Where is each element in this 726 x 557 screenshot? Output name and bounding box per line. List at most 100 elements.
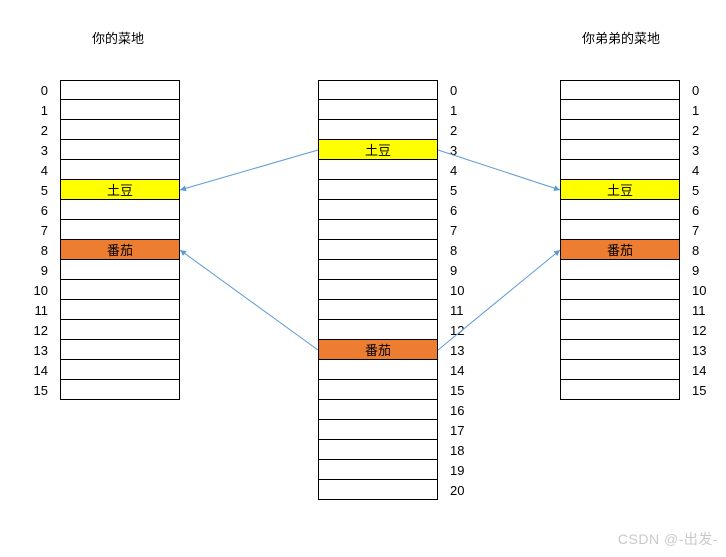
array-center-cell — [318, 420, 438, 440]
array-center-cell — [318, 460, 438, 480]
index-label: 2 — [448, 120, 478, 140]
index-label: 6 — [22, 200, 52, 220]
array-center-cell — [318, 220, 438, 240]
index-label: 18 — [448, 440, 478, 460]
array-center-cell — [318, 280, 438, 300]
index-label: 8 — [690, 240, 720, 260]
index-label: 13 — [690, 340, 720, 360]
index-label: 14 — [690, 360, 720, 380]
index-label: 7 — [690, 220, 720, 240]
index-label: 11 — [22, 300, 52, 320]
mapping-arrow — [180, 150, 318, 190]
array-left: 土豆番茄 — [60, 80, 180, 400]
mapping-arrow — [180, 250, 318, 350]
array-left-cell — [60, 360, 180, 380]
array-right-cell — [560, 80, 680, 100]
index-label: 5 — [22, 180, 52, 200]
index-label: 3 — [448, 140, 478, 160]
array-left-cell — [60, 340, 180, 360]
index-label: 1 — [22, 100, 52, 120]
array-left-cell: 土豆 — [60, 180, 180, 200]
array-center-cell — [318, 440, 438, 460]
array-right-cell — [560, 260, 680, 280]
index-label: 14 — [22, 360, 52, 380]
index-label: 3 — [22, 140, 52, 160]
index-label: 3 — [690, 140, 720, 160]
index-label: 8 — [448, 240, 478, 260]
index-label: 9 — [690, 260, 720, 280]
array-center-cell — [318, 100, 438, 120]
array-center-cell — [318, 120, 438, 140]
index-label: 8 — [22, 240, 52, 260]
array-right-cell — [560, 300, 680, 320]
index-label: 0 — [22, 80, 52, 100]
index-label: 7 — [22, 220, 52, 240]
index-label: 15 — [690, 380, 720, 400]
index-label: 17 — [448, 420, 478, 440]
index-column-center: 01234567891011121314151617181920 — [448, 80, 478, 500]
index-label: 13 — [22, 340, 52, 360]
array-right-cell — [560, 360, 680, 380]
array-center-cell — [318, 80, 438, 100]
array-left-cell — [60, 120, 180, 140]
array-right-cell — [560, 200, 680, 220]
array-right: 土豆番茄 — [560, 80, 680, 400]
array-left-cell — [60, 200, 180, 220]
index-label: 10 — [22, 280, 52, 300]
index-label: 11 — [690, 300, 720, 320]
title-right: 你弟弟的菜地 — [582, 28, 660, 47]
index-label: 12 — [448, 320, 478, 340]
array-center: 土豆番茄 — [318, 80, 438, 500]
array-left-cell — [60, 220, 180, 240]
array-left-cell — [60, 140, 180, 160]
index-label: 9 — [22, 260, 52, 280]
index-label: 6 — [690, 200, 720, 220]
watermark: CSDN @-出发- — [618, 529, 718, 549]
index-label: 4 — [690, 160, 720, 180]
array-center-cell — [318, 300, 438, 320]
array-right-cell — [560, 220, 680, 240]
index-label: 4 — [448, 160, 478, 180]
index-label: 7 — [448, 220, 478, 240]
index-label: 15 — [22, 380, 52, 400]
array-right-cell — [560, 140, 680, 160]
index-label: 2 — [22, 120, 52, 140]
index-label: 0 — [690, 80, 720, 100]
array-center-cell — [318, 360, 438, 380]
index-label: 9 — [448, 260, 478, 280]
index-label: 1 — [690, 100, 720, 120]
array-right-cell — [560, 320, 680, 340]
index-label: 19 — [448, 460, 478, 480]
title-left: 你的菜地 — [92, 28, 144, 47]
array-left-cell: 番茄 — [60, 240, 180, 260]
array-center-cell: 番茄 — [318, 340, 438, 360]
index-label: 14 — [448, 360, 478, 380]
index-label: 10 — [448, 280, 478, 300]
array-right-cell — [560, 100, 680, 120]
array-right-cell: 土豆 — [560, 180, 680, 200]
array-left-cell — [60, 320, 180, 340]
array-center-cell — [318, 400, 438, 420]
array-center-cell — [318, 200, 438, 220]
index-label: 20 — [448, 480, 478, 500]
index-label: 11 — [448, 300, 478, 320]
array-left-cell — [60, 300, 180, 320]
index-label: 1 — [448, 100, 478, 120]
array-left-cell — [60, 380, 180, 400]
array-center-cell — [318, 380, 438, 400]
array-left-cell — [60, 100, 180, 120]
index-label: 4 — [22, 160, 52, 180]
index-label: 5 — [448, 180, 478, 200]
index-label: 12 — [22, 320, 52, 340]
array-center-cell — [318, 180, 438, 200]
array-left-cell — [60, 280, 180, 300]
index-label: 5 — [690, 180, 720, 200]
index-label: 16 — [448, 400, 478, 420]
array-center-cell — [318, 240, 438, 260]
index-label: 10 — [690, 280, 720, 300]
array-right-cell — [560, 120, 680, 140]
index-label: 13 — [448, 340, 478, 360]
array-right-cell: 番茄 — [560, 240, 680, 260]
array-right-cell — [560, 340, 680, 360]
array-center-cell: 土豆 — [318, 140, 438, 160]
